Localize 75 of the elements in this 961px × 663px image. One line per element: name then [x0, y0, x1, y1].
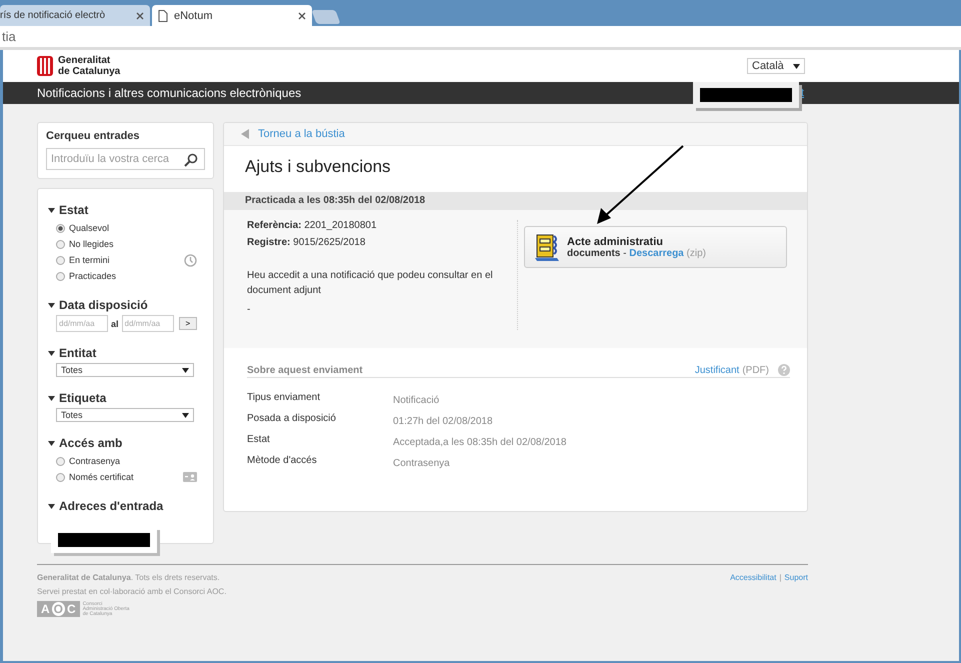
date-separator: al	[111, 318, 119, 328]
date-field[interactable]: dd/mm/aa	[56, 315, 108, 332]
detail-line: Registre: 9015/2625/2018	[247, 237, 366, 248]
separator-text: -	[623, 248, 626, 258]
file-format: (PDF)	[742, 364, 769, 376]
page-icon	[158, 10, 168, 22]
filter-heading[interactable]: Data disposició	[59, 298, 148, 312]
filter-heading[interactable]: Accés amb	[59, 436, 122, 450]
radio-button[interactable]	[56, 456, 65, 466]
collapse-triangle-icon[interactable]	[48, 350, 55, 356]
filter-heading[interactable]: Entitat	[59, 346, 96, 360]
collapse-triangle-icon[interactable]	[48, 302, 55, 308]
field-label: Tipus enviament	[247, 392, 321, 405]
aoc-logo: A O C	[37, 601, 80, 617]
select-field[interactable]: Totes	[56, 408, 194, 422]
radio-button[interactable]	[56, 224, 65, 232]
radio-button[interactable]	[56, 240, 65, 248]
attachment-type: documents	[567, 248, 620, 258]
radio-button[interactable]	[56, 256, 65, 264]
caret-icon	[182, 368, 189, 372]
filter-heading[interactable]: Etiqueta	[59, 391, 106, 405]
link-separator: |	[779, 573, 782, 584]
field-label: Posada a disposició	[247, 413, 337, 426]
select-field[interactable]: Totes	[56, 363, 194, 377]
banner-title: Notificacions i altres comunicacions electròniques	[37, 86, 302, 100]
caret-icon	[182, 412, 189, 418]
close-icon[interactable]	[136, 12, 144, 20]
search-icon[interactable]	[184, 153, 198, 167]
radio-button[interactable]	[56, 472, 65, 482]
clock-icon	[184, 254, 197, 266]
collapse-triangle-icon[interactable]	[48, 440, 55, 446]
option-label[interactable]: No llegides	[69, 239, 205, 249]
collapse-triangle-icon[interactable]	[48, 504, 55, 508]
date-field[interactable]: dd/mm/aa	[122, 315, 174, 332]
section-title: Sobre aquest enviament	[247, 364, 363, 376]
field-value: Notificació	[393, 394, 440, 408]
file-format: (zip)	[686, 248, 706, 258]
option-label[interactable]: En termini	[69, 255, 180, 265]
option-label[interactable]: Contrasenya	[69, 456, 205, 466]
option-label[interactable]: Només certificat	[69, 472, 179, 482]
dash-text: -	[247, 304, 252, 315]
filter-heading[interactable]: Adreces d'entrada	[59, 499, 164, 513]
message-text: Heu accedit a una notificació que podeu consultar en el document adjunt	[247, 269, 494, 298]
new-tab-button[interactable]	[311, 10, 341, 24]
flag-logo-icon	[37, 56, 53, 76]
field-value: 01:27h del 02/08/2018	[393, 415, 493, 429]
attachment-title: Acte administratiu	[567, 236, 664, 248]
attachment-button[interactable]: Acte administratiu documents - Descarrega (zip)	[524, 226, 787, 268]
close-icon[interactable]	[298, 12, 306, 20]
collapse-triangle-icon[interactable]	[48, 208, 55, 212]
language-select[interactable]: Català	[747, 58, 805, 74]
field-label: Mètode d'accés	[247, 455, 318, 468]
detail-line: Referència: 2201_20180801	[247, 220, 378, 231]
page-title: Ajuts i subvencions	[244, 156, 391, 178]
browser-tab[interactable]: rís de notificació electrò	[0, 5, 150, 26]
caret-icon	[793, 64, 800, 68]
search-title: Cerqueu entrades	[46, 130, 141, 142]
address-bar[interactable]: tia	[0, 26, 961, 50]
field-label: Estat	[247, 434, 271, 447]
logo-text: Generalitat de Catalunya	[58, 55, 120, 77]
status-bar: Practicada a les 08:35h del 02/08/2018	[224, 192, 807, 210]
copyright-text: Generalitat de Catalunya. Tots els drets reservats.	[37, 573, 221, 582]
radio-button[interactable]	[56, 272, 65, 280]
filter-heading[interactable]: Estat	[59, 203, 88, 217]
service-text: Servei prestat en col·laboració amb el Consorci AOC.	[37, 587, 226, 596]
go-button[interactable]: >	[178, 317, 198, 330]
option-label[interactable]: Practicades	[69, 271, 205, 281]
id-card-icon	[183, 472, 197, 482]
archive-cabinet-icon	[533, 232, 561, 262]
field-value: Contrasenya	[393, 457, 450, 471]
search-field[interactable]: Introduïu la vostra cerca	[46, 148, 205, 170]
option-label[interactable]: Qualsevol	[69, 223, 205, 233]
browser-tab[interactable]: eNotum	[152, 5, 312, 26]
collapse-triangle-icon[interactable]	[48, 396, 55, 400]
field-value: Acceptada,a les 08:35h del 02/08/2018	[393, 436, 566, 450]
